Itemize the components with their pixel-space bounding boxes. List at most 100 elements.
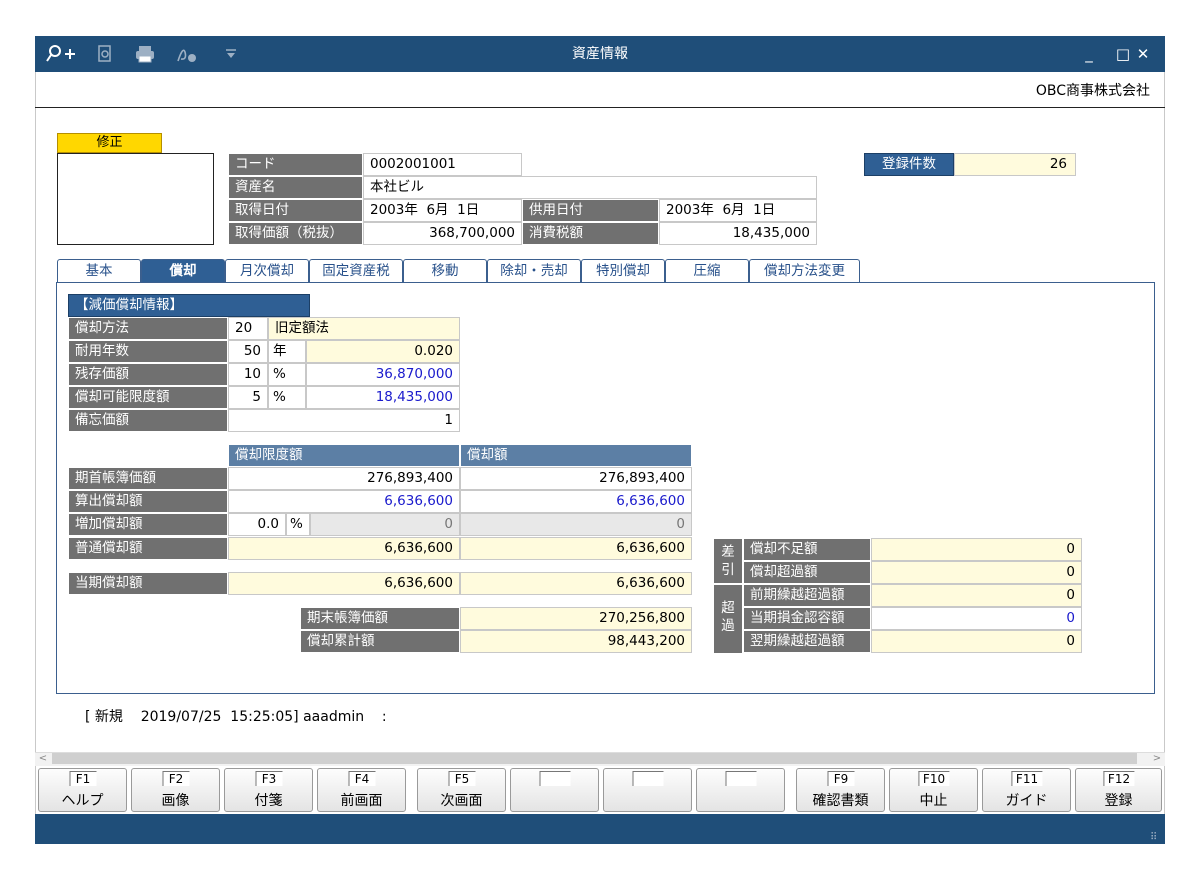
- excess-group-text: 超過: [721, 600, 735, 634]
- header-divider: [35, 107, 1165, 108]
- current-depr-label: 当期償却額: [68, 572, 228, 595]
- tab-method-change[interactable]: 償却方法変更: [749, 259, 860, 282]
- fkey-code: F11: [1010, 771, 1043, 786]
- tab-compression[interactable]: 圧縮: [665, 259, 749, 282]
- f8-empty-button[interactable]: [696, 768, 785, 812]
- fkey-label: 次画面: [440, 793, 483, 809]
- fkey-label: 中止: [919, 793, 948, 809]
- limit-pct-field[interactable]: 5: [228, 386, 268, 409]
- bottom-status-bar: [35, 814, 1165, 844]
- additional-depr-label: 増加償却額: [68, 513, 228, 536]
- dropdown-icon[interactable]: [219, 44, 243, 64]
- diff-group-label: 差引: [713, 538, 743, 584]
- next-excess-value: 0: [871, 630, 1082, 653]
- preview-icon[interactable]: [93, 44, 117, 64]
- fkey-label: 付箋: [254, 793, 283, 809]
- f5-next-screen-button[interactable]: F5 次画面: [417, 768, 506, 812]
- excess-value: 0: [871, 561, 1082, 584]
- f9-confirm-docs-button[interactable]: F9 確認書類: [796, 768, 885, 812]
- pdf-sign-icon[interactable]: [175, 44, 199, 64]
- memo-value-field[interactable]: 1: [228, 409, 460, 432]
- f11-guide-button[interactable]: F11 ガイド: [982, 768, 1071, 812]
- acq-date-field[interactable]: 2003年 6月 1日: [363, 199, 522, 222]
- close-button[interactable]: ✕: [1123, 42, 1163, 66]
- fkey-code: F10: [917, 771, 950, 786]
- resize-grip-icon[interactable]: ⠿: [1150, 832, 1157, 843]
- method-label: 償却方法: [68, 317, 228, 340]
- tab-transfer[interactable]: 移動: [403, 259, 487, 282]
- acq-price-field[interactable]: 368,700,000: [363, 222, 522, 245]
- zoom-in-icon[interactable]: [45, 44, 79, 64]
- current-depr-limit: 6,636,600: [228, 572, 460, 595]
- additional-depr-depr: 0: [460, 513, 692, 536]
- company-name: OBC商事株式会社: [1035, 83, 1150, 99]
- scroll-left-icon[interactable]: <: [35, 752, 51, 766]
- fkey-label: ヘルプ: [61, 793, 104, 809]
- depr-column-header: 償却額: [460, 444, 692, 467]
- tab-property-tax[interactable]: 固定資産税: [309, 259, 403, 282]
- shortage-label: 償却不足額: [743, 538, 871, 561]
- fkey-code: [632, 771, 663, 786]
- life-field[interactable]: 50: [228, 340, 268, 363]
- life-unit: 年: [268, 340, 306, 363]
- asset-name-field[interactable]: 本社ビル: [363, 176, 817, 199]
- current-allow-label: 当期損金認容額: [743, 607, 871, 630]
- fkey-code: F9: [827, 771, 854, 786]
- f10-cancel-button[interactable]: F10 中止: [889, 768, 978, 812]
- f3-sticky-button[interactable]: F3 付箋: [224, 768, 313, 812]
- use-date-field[interactable]: 2003年 6月 1日: [659, 199, 817, 222]
- closing-book-label: 期末帳簿価額: [300, 607, 460, 630]
- fkey-code: F1: [69, 771, 96, 786]
- code-field[interactable]: 0002001001: [363, 153, 522, 176]
- opening-book-limit: 276,893,400: [228, 467, 460, 490]
- f12-register-button[interactable]: F12 登録: [1075, 768, 1162, 812]
- minimize-button[interactable]: _: [1075, 42, 1103, 66]
- use-date-label: 供用日付: [522, 199, 659, 222]
- residual-value-field[interactable]: 36,870,000: [306, 363, 460, 386]
- tab-special-depreciation[interactable]: 特別償却: [581, 259, 665, 282]
- fkey-label: ガイド: [1005, 793, 1048, 809]
- additional-depr-unit: %: [286, 513, 310, 536]
- rate-field: 0.020: [306, 340, 460, 363]
- print-icon[interactable]: [133, 44, 157, 64]
- accumulated-depr-value: 98,443,200: [460, 630, 692, 653]
- tax-field[interactable]: 18,435,000: [659, 222, 817, 245]
- calculated-depr-limit[interactable]: 6,636,600: [228, 490, 460, 513]
- closing-book-value: 270,256,800: [460, 607, 692, 630]
- method-name-field: 旧定額法: [268, 317, 460, 340]
- current-allow-value[interactable]: 0: [871, 607, 1082, 630]
- limit-value-field[interactable]: 18,435,000: [306, 386, 460, 409]
- excess-group-label: 超過: [713, 584, 743, 654]
- f2-image-button[interactable]: F2 画像: [131, 768, 220, 812]
- current-depr-depr: 6,636,600: [460, 572, 692, 595]
- tab-disposal-sale[interactable]: 除却・売却: [487, 259, 581, 282]
- f7-empty-button[interactable]: [603, 768, 692, 812]
- fkey-code: F3: [255, 771, 282, 786]
- calculated-depr-depr[interactable]: 6,636,600: [460, 490, 692, 513]
- tab-monthly-depreciation[interactable]: 月次償却: [225, 259, 309, 282]
- depr-info-header: 【減価償却情報】: [68, 294, 310, 317]
- calculated-depr-label: 算出償却額: [68, 490, 228, 513]
- f1-help-button[interactable]: F1 ヘルプ: [38, 768, 127, 812]
- fkey-label: 確認書類: [812, 793, 869, 809]
- diff-group-text: 差引: [721, 544, 735, 578]
- registered-count-value: 26: [954, 153, 1076, 176]
- fkey-code: F2: [162, 771, 189, 786]
- limit-label: 償却可能限度額: [68, 386, 228, 409]
- method-code-field[interactable]: 20: [228, 317, 268, 340]
- title-bar: 資産情報 _ □ ✕: [35, 36, 1165, 72]
- scrollbar-thumb[interactable]: [52, 753, 1137, 764]
- fkey-code: F5: [448, 771, 475, 786]
- scroll-right-icon[interactable]: >: [1149, 752, 1165, 766]
- fkey-label: 登録: [1104, 793, 1133, 809]
- tab-basic[interactable]: 基本: [57, 259, 141, 282]
- additional-depr-rate[interactable]: 0.0: [228, 513, 286, 536]
- f4-prev-screen-button[interactable]: F4 前画面: [317, 768, 406, 812]
- shortage-value: 0: [871, 538, 1082, 561]
- residual-unit: %: [268, 363, 306, 386]
- fkey-label: 前画面: [340, 793, 383, 809]
- tab-depreciation[interactable]: 償却: [141, 259, 225, 282]
- f6-empty-button[interactable]: [510, 768, 599, 812]
- residual-pct-field[interactable]: 10: [228, 363, 268, 386]
- asset-image-box[interactable]: [57, 153, 214, 245]
